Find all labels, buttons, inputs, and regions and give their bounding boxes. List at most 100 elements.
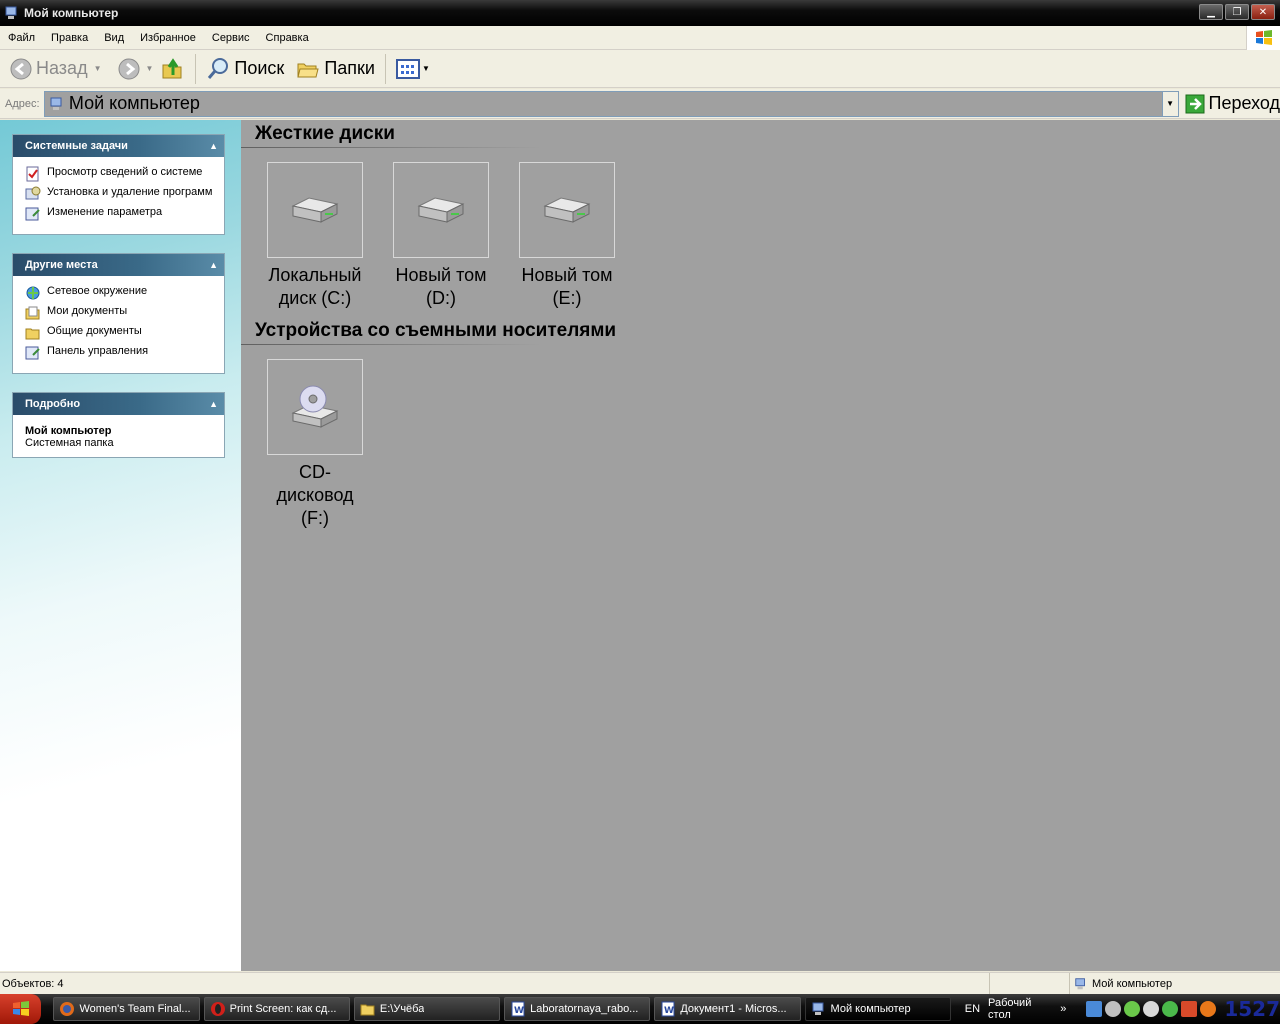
go-button[interactable]: Переход (1185, 93, 1280, 114)
gear-tray-icon[interactable] (1105, 1001, 1122, 1017)
app-tray-icon[interactable] (1200, 1001, 1217, 1017)
place-label: Общие документы (47, 325, 142, 337)
task-add-remove-programs[interactable]: Установка и удаление программ (25, 186, 216, 202)
drive-e[interactable]: Новый том (E:) (517, 162, 617, 310)
my-computer-icon (1075, 977, 1085, 989)
views-button[interactable]: ▼ (392, 54, 434, 84)
up-folder-button[interactable] (157, 54, 189, 84)
messenger-tray-icon[interactable] (1124, 1001, 1141, 1017)
system-tasks-panel: Системные задачи ▲ Просмотр сведений о с… (12, 134, 225, 235)
task-label: Установка и удаление программ (47, 186, 213, 198)
address-input[interactable]: Мой компьютер (43, 90, 1163, 117)
toolbar: Назад ▼ ▼ Поиск Папки ▼ (0, 50, 1280, 88)
place-label: Мои документы (47, 305, 128, 317)
my-computer-icon (5, 6, 17, 19)
torrent-tray-icon[interactable] (1162, 1001, 1179, 1017)
menu-view[interactable]: Вид (96, 32, 132, 44)
drive-f[interactable]: CD-дисковод (F:) (265, 359, 365, 530)
drive-label: CD-дисковод (F:) (276, 462, 354, 528)
other-places-header[interactable]: Другие места ▲ (13, 254, 224, 276)
address-dropdown-icon[interactable]: ▼ (1162, 90, 1179, 117)
status-bar: Объектов: 4 Мой компьютер (0, 972, 1280, 994)
task-label: Изменение параметра (47, 206, 163, 218)
details-type: Системная папка (25, 437, 114, 449)
details-title: Подробно (25, 398, 81, 410)
antivirus-tray-icon[interactable] (1143, 1001, 1160, 1017)
other-places-title: Другие места (25, 259, 98, 271)
place-my-documents[interactable]: Мои документы (25, 305, 216, 321)
word-icon: W (511, 1001, 525, 1017)
hard-drive-icon (543, 197, 591, 223)
taskbar-item-opera[interactable]: Print Screen: как сд... (203, 997, 350, 1021)
drive-d[interactable]: Новый том (D:) (391, 162, 491, 310)
taskbar-item-word-document1[interactable]: W Документ1 - Micros... (654, 997, 801, 1021)
clock[interactable]: 1527 (1224, 997, 1280, 1021)
word-icon: W (661, 1001, 675, 1017)
start-button[interactable] (0, 994, 42, 1024)
control-panel-icon (25, 207, 40, 221)
close-button[interactable]: ✕ (1251, 4, 1275, 20)
views-dropdown-icon[interactable]: ▼ (422, 64, 430, 73)
system-tasks-title: Системные задачи (25, 140, 128, 152)
minimize-button[interactable]: ▁ (1199, 4, 1223, 20)
task-change-setting[interactable]: Изменение параметра (25, 206, 216, 222)
system-tasks-header[interactable]: Системные задачи ▲ (13, 135, 224, 157)
restore-button[interactable]: ❐ (1225, 4, 1249, 20)
drive-label: Новый том (E:) (521, 265, 613, 308)
place-control-panel[interactable]: Панель управления (25, 345, 216, 361)
up-folder-icon (162, 57, 182, 78)
network-icon (26, 286, 40, 300)
group-title-removable: Устройства со съемными носителями (255, 320, 617, 341)
task-view-system-info[interactable]: Просмотр сведений о системе (25, 166, 216, 182)
menu-file[interactable]: Файл (0, 32, 43, 44)
hard-drive-icon (417, 197, 465, 223)
cd-drive-icon (291, 385, 339, 428)
folders-label: Папки (324, 58, 375, 78)
control-panel-icon (25, 346, 40, 360)
go-label: Переход (1208, 93, 1280, 113)
back-label: Назад (36, 58, 88, 78)
taskbar-item-firefox[interactable]: Women's Team Final... (53, 997, 200, 1021)
forward-arrow-icon (118, 58, 139, 79)
volume-tray-icon[interactable] (1181, 1001, 1198, 1017)
my-documents-icon (25, 306, 40, 320)
menu-edit[interactable]: Правка (43, 32, 96, 44)
back-dropdown-icon[interactable]: ▼ (94, 64, 102, 73)
language-indicator[interactable]: EN (965, 1003, 980, 1015)
search-label: Поиск (234, 58, 285, 78)
system-info-icon (26, 166, 39, 182)
back-button[interactable]: Назад ▼ (6, 54, 106, 84)
details-header[interactable]: Подробно ▲ (13, 393, 224, 415)
hard-drive-icon (291, 197, 339, 223)
search-button[interactable]: Поиск (202, 54, 288, 84)
menu-favorites[interactable]: Избранное (132, 32, 204, 44)
drive-label: Локальный диск (C:) (268, 265, 362, 308)
windows-flag-icon (1246, 26, 1280, 50)
taskbar-item-my-computer[interactable]: Мой компьютер (804, 997, 951, 1021)
svg-text:W: W (514, 1006, 524, 1016)
collapse-icon[interactable]: ▲ (209, 260, 218, 270)
collapse-icon[interactable]: ▲ (209, 399, 218, 409)
taskbar-item-word-laboratornaya[interactable]: W Laboratornaya_rabo... (504, 997, 651, 1021)
forward-button[interactable]: ▼ (114, 54, 158, 84)
forward-dropdown-icon[interactable]: ▼ (146, 64, 154, 73)
menu-bar: Файл Правка Вид Избранное Сервис Справка (0, 26, 1280, 50)
go-arrow-icon (1185, 94, 1204, 113)
task-pane: Системные задачи ▲ Просмотр сведений о с… (0, 120, 241, 971)
place-label: Панель управления (47, 345, 149, 357)
desktop-toolbar-label[interactable]: Рабочий стол (988, 997, 1056, 1021)
network-tray-icon[interactable] (1086, 1001, 1103, 1017)
place-network[interactable]: Сетевое окружение (25, 285, 216, 301)
shared-folder-icon (25, 328, 40, 340)
collapse-icon[interactable]: ▲ (209, 141, 218, 151)
folder-icon (360, 1004, 375, 1016)
drive-c[interactable]: Локальный диск (C:) (265, 162, 365, 310)
window-title: Мой компьютер (24, 6, 119, 20)
place-shared-documents[interactable]: Общие документы (25, 325, 216, 341)
toolbar-chevron-icon[interactable]: » (1060, 1003, 1066, 1015)
title-bar[interactable]: Мой компьютер ▁ ❐ ✕ (0, 0, 1280, 26)
taskbar-item-folder-ucheba[interactable]: E:\Учёба (353, 997, 501, 1021)
menu-tools[interactable]: Сервис (204, 32, 258, 44)
folders-button[interactable]: Папки (292, 54, 379, 84)
menu-help[interactable]: Справка (258, 32, 317, 44)
